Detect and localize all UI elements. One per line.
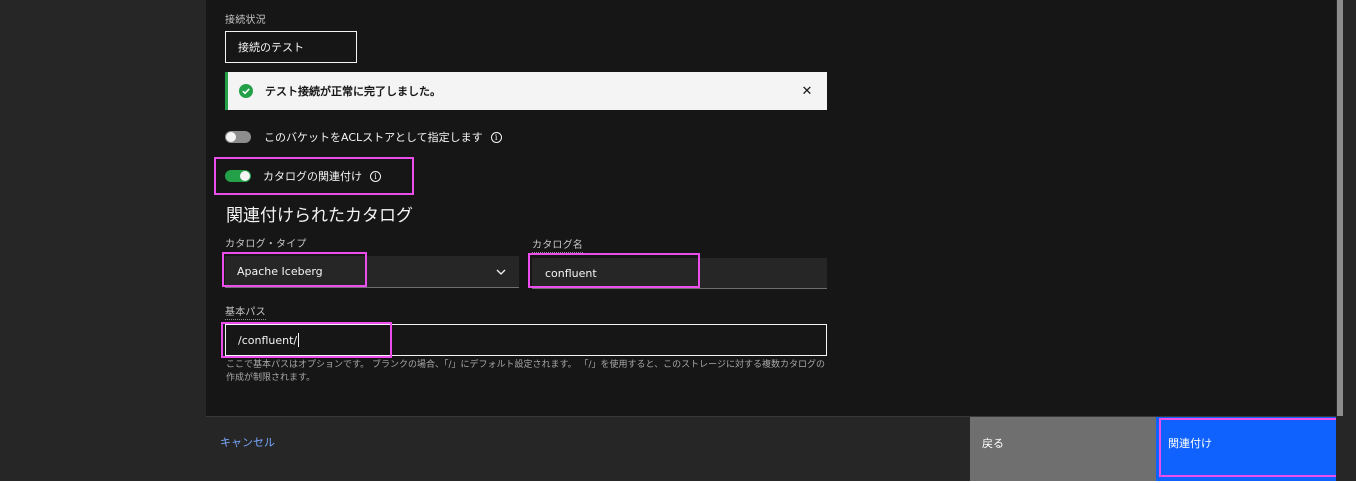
catalog-type-label: カタログ・タイプ [225,239,307,250]
scrollbar-thumb[interactable] [1337,0,1343,416]
catalog-name-label: カタログ名 [532,240,583,253]
notification-message: テスト接続が正常に完了しました。 [265,85,441,98]
information-icon[interactable]: i [490,131,502,143]
catalog-association-toggle-label: カタログの関連付け [263,170,362,183]
connection-status-label: 接続状況 [225,15,266,26]
associated-catalog-heading: 関連付けられたカタログ [226,206,413,226]
catalog-name-value: confluent [545,266,597,280]
base-path-value: /confluent/ [238,333,298,347]
catalog-association-toggle[interactable] [225,170,251,182]
modal-footer: キャンセル 戻る 関連付け [206,416,1336,481]
base-path-input[interactable]: /confluent/ [225,324,827,356]
catalog-association-toggle-row: カタログの関連付け i [225,168,381,184]
chevron-down-icon [496,269,506,275]
background-panel [0,0,206,481]
associate-button[interactable]: 関連付け [1156,417,1336,481]
acl-store-toggle-row: このバケットをACLストアとして指定します i [225,129,502,145]
cancel-button[interactable]: キャンセル [220,434,275,450]
catalog-type-value: Apache Iceberg [237,265,323,278]
associate-catalog-modal: 接続状況 接続のテスト テスト接続が正常に完了しました。 ✕ このバケットをAC… [206,0,1336,481]
test-connection-button[interactable]: 接続のテスト [225,31,357,63]
base-path-label: 基本パス [225,307,266,320]
information-icon[interactable]: i [370,170,381,182]
catalog-name-input[interactable]: confluent [532,258,827,289]
catalog-type-select[interactable]: Apache Iceberg [225,256,519,288]
success-notification: テスト接続が正常に完了しました。 ✕ [225,72,827,110]
back-button[interactable]: 戻る [970,417,1156,481]
acl-store-toggle-label: このバケットをACLストアとして指定します [264,131,483,144]
acl-store-toggle[interactable] [225,131,251,143]
close-icon[interactable]: ✕ [787,72,827,110]
checkmark-filled-icon [239,84,253,98]
base-path-helper-text: ここで基本パスはオプションです。 ブランクの場合、「/」にデフォルト設定されます… [226,360,825,383]
text-caret [298,333,300,347]
